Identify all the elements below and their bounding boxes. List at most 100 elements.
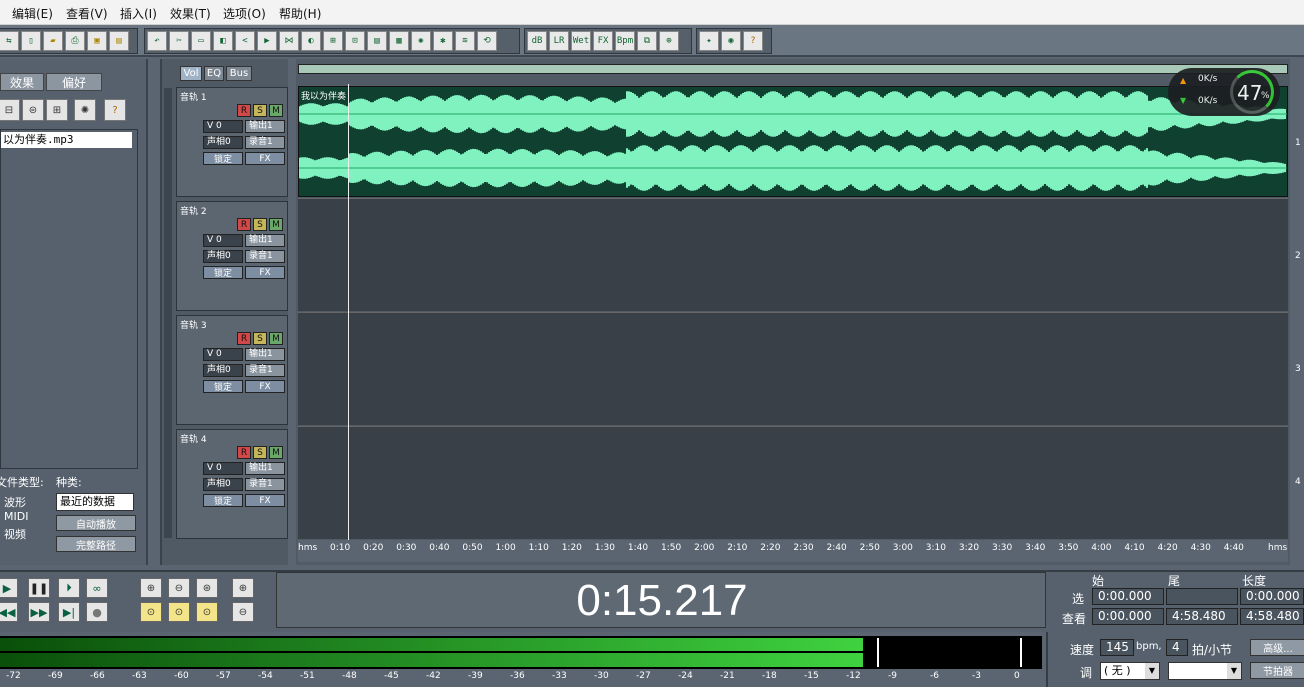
print-icon[interactable]: ⎙ bbox=[65, 31, 85, 51]
zoom-in-icon[interactable]: ⊕ bbox=[140, 578, 162, 598]
record-arm-button[interactable]: R bbox=[237, 104, 251, 117]
zoom-left-icon[interactable]: ⊙ bbox=[168, 602, 190, 622]
volume-field[interactable]: V 0 bbox=[203, 234, 243, 247]
edit-file-icon[interactable]: ⊞ bbox=[46, 99, 68, 121]
sync-icon[interactable]: ⧉ bbox=[637, 31, 657, 51]
mute-icon[interactable]: ◐ bbox=[301, 31, 321, 51]
type-midi-option[interactable]: MIDI bbox=[4, 510, 28, 523]
zoom-out-icon[interactable]: ⊖ bbox=[168, 578, 190, 598]
trim-icon[interactable]: ⟲ bbox=[477, 31, 497, 51]
fast-forward-icon[interactable]: ▶▶ bbox=[28, 602, 50, 622]
record-source-field[interactable]: 录音1 bbox=[245, 250, 285, 263]
lock-button[interactable]: 锁定 bbox=[203, 152, 243, 165]
pan-field[interactable]: 声相0 bbox=[203, 250, 243, 263]
output-field[interactable]: 输出1 bbox=[245, 120, 285, 133]
mute-button[interactable]: M bbox=[269, 104, 283, 117]
tab-effects[interactable]: 效果 bbox=[0, 73, 44, 91]
beats-field[interactable]: 4 bbox=[1166, 639, 1188, 656]
output-field[interactable]: 输出1 bbox=[245, 234, 285, 247]
time-signature-select[interactable]: ▼ bbox=[1168, 662, 1242, 680]
wave-icon[interactable]: ✱ bbox=[433, 31, 453, 51]
import-icon[interactable]: ⊟ bbox=[0, 99, 20, 121]
sel-end-field[interactable] bbox=[1166, 588, 1238, 605]
help-icon[interactable]: ? bbox=[104, 99, 126, 121]
save-all-icon[interactable]: ▤ bbox=[109, 31, 129, 51]
record-arm-button[interactable]: R bbox=[237, 332, 251, 345]
file-item[interactable]: 以为伴奏.mp3 bbox=[1, 132, 132, 148]
pan-field[interactable]: 声相0 bbox=[203, 364, 243, 377]
bounce-icon[interactable]: ⊕ bbox=[659, 31, 679, 51]
view-length-field[interactable]: 4:58.480 bbox=[1240, 608, 1304, 625]
track-3-lane[interactable] bbox=[298, 312, 1288, 425]
hybrid-tool-icon[interactable]: < bbox=[235, 31, 255, 51]
zoom-full-icon[interactable]: ⊛ bbox=[196, 578, 218, 598]
copy-icon[interactable]: ▤ bbox=[367, 31, 387, 51]
overview-bar[interactable] bbox=[298, 64, 1288, 74]
lock-button[interactable]: 锁定 bbox=[203, 494, 243, 507]
fx-icon[interactable]: FX bbox=[593, 31, 613, 51]
tab-favorites[interactable]: 偏好 bbox=[46, 73, 102, 91]
record-icon[interactable]: ● bbox=[86, 602, 108, 622]
track-4-lane[interactable] bbox=[298, 426, 1288, 539]
help-icon[interactable]: ? bbox=[743, 31, 763, 51]
envelope-icon[interactable]: ◧ bbox=[213, 31, 233, 51]
tab-vol[interactable]: Vol bbox=[180, 66, 202, 81]
play-to-end-icon[interactable]: ⏵ bbox=[58, 578, 80, 598]
bpm-icon[interactable]: Bpm bbox=[615, 31, 635, 51]
undo-icon[interactable]: ↶ bbox=[147, 31, 167, 51]
track-1-waveform[interactable]: 我以为伴奏 bbox=[298, 86, 1288, 197]
solo-button[interactable]: S bbox=[253, 218, 267, 231]
solo-button[interactable]: S bbox=[253, 104, 267, 117]
play-icon[interactable]: ▶ bbox=[0, 578, 18, 598]
pan-field[interactable]: 声相0 bbox=[203, 136, 243, 149]
lr-icon[interactable]: LR bbox=[549, 31, 569, 51]
menu-help[interactable]: 帮助(H) bbox=[279, 5, 321, 22]
pause-icon[interactable]: ❚❚ bbox=[28, 578, 50, 598]
mute-button[interactable]: M bbox=[269, 218, 283, 231]
rewind-icon[interactable]: ◀◀ bbox=[0, 602, 18, 622]
record-source-field[interactable]: 录音1 bbox=[245, 136, 285, 149]
advanced-button[interactable]: 高级... bbox=[1250, 639, 1304, 656]
close-file-icon[interactable]: ⊜ bbox=[22, 99, 44, 121]
select-tool-icon[interactable]: ▭ bbox=[191, 31, 211, 51]
tab-bus[interactable]: Bus bbox=[226, 66, 252, 81]
metronome-button[interactable]: 节拍器 bbox=[1250, 662, 1304, 679]
new-file-icon[interactable]: ▯ bbox=[21, 31, 41, 51]
insert-multitrack-icon[interactable]: ✺ bbox=[74, 99, 96, 121]
pan-field[interactable]: 声相0 bbox=[203, 478, 243, 491]
zoom-selection-icon[interactable]: ⊙ bbox=[140, 602, 162, 622]
zoom-vertical-in-icon[interactable]: ⊕ bbox=[232, 578, 254, 598]
snap-icon[interactable]: ▶ bbox=[257, 31, 277, 51]
lock-button[interactable]: 锁定 bbox=[203, 380, 243, 393]
record-arm-button[interactable]: R bbox=[237, 446, 251, 459]
loop-icon[interactable]: ⊡ bbox=[345, 31, 365, 51]
menu-effects[interactable]: 效果(T) bbox=[170, 5, 211, 22]
time-ruler[interactable]: hms 0:10 0:20 0:30 0:40 0:50 1:00 1:10 1:20 1:30 1… bbox=[298, 540, 1288, 562]
fx-button[interactable]: FX bbox=[245, 152, 285, 165]
go-to-end-icon[interactable]: ▶| bbox=[58, 602, 80, 622]
split-icon[interactable]: ≋ bbox=[455, 31, 475, 51]
type-wave-option[interactable]: 波形 bbox=[4, 494, 26, 510]
output-field[interactable]: 输出1 bbox=[245, 348, 285, 361]
wet-icon[interactable]: Wet bbox=[571, 31, 591, 51]
fx-button[interactable]: FX bbox=[245, 494, 285, 507]
switch-view-icon[interactable]: ⇆ bbox=[0, 31, 19, 51]
sel-length-field[interactable]: 0:00.000 bbox=[1240, 588, 1304, 605]
view-end-field[interactable]: 4:58.480 bbox=[1166, 608, 1238, 625]
save-icon[interactable]: ▣ bbox=[87, 31, 107, 51]
full-path-button[interactable]: 完整路径 bbox=[56, 536, 136, 552]
tab-eq[interactable]: EQ bbox=[204, 66, 224, 81]
fx-button[interactable]: FX bbox=[245, 266, 285, 279]
view-start-field[interactable]: 0:00.000 bbox=[1092, 608, 1164, 625]
volume-field[interactable]: V 0 bbox=[203, 348, 243, 361]
mark-icon[interactable]: ▦ bbox=[389, 31, 409, 51]
volume-field[interactable]: V 0 bbox=[203, 462, 243, 475]
solo-button[interactable]: S bbox=[253, 332, 267, 345]
record-source-field[interactable]: 录音1 bbox=[245, 478, 285, 491]
sel-start-field[interactable]: 0:00.000 bbox=[1092, 588, 1164, 605]
mute-button[interactable]: M bbox=[269, 332, 283, 345]
autoplay-button[interactable]: 自动播放 bbox=[56, 515, 136, 531]
marker-icon[interactable]: ✺ bbox=[411, 31, 431, 51]
menu-options[interactable]: 选项(O) bbox=[223, 5, 266, 22]
playhead[interactable] bbox=[348, 84, 349, 540]
